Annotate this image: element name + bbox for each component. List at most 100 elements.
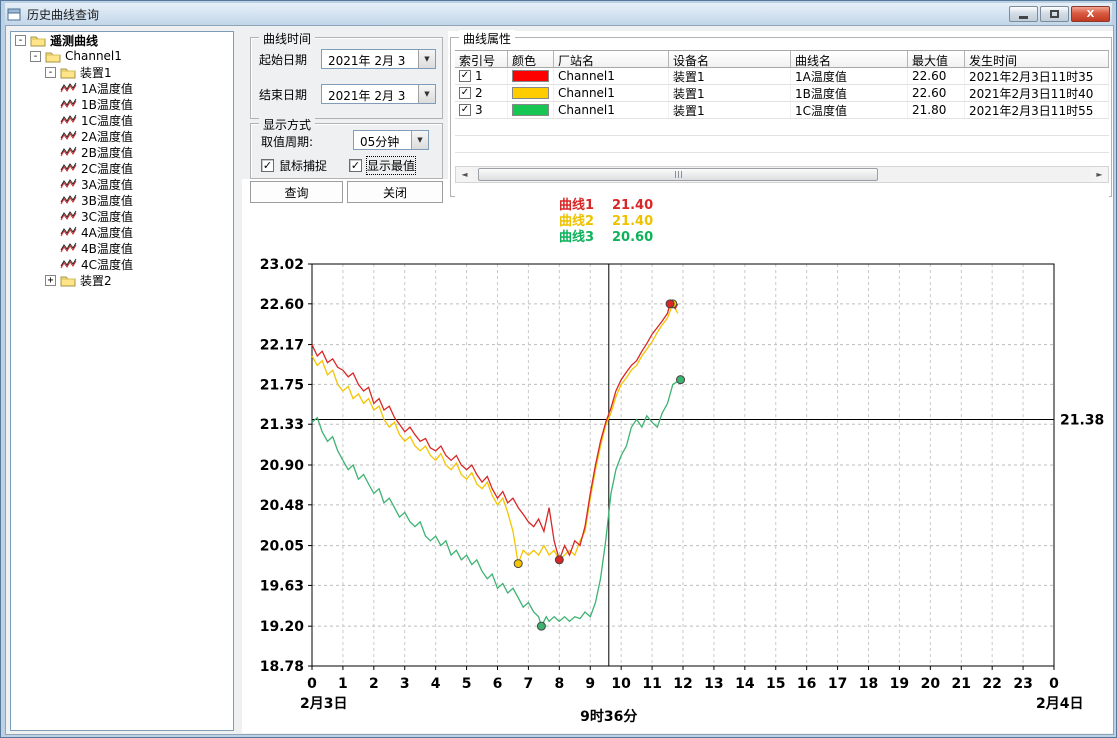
row-checkbox[interactable]: ✓ bbox=[459, 70, 471, 82]
column-header-4[interactable]: 设备名 bbox=[669, 51, 791, 67]
minimize-button[interactable] bbox=[1009, 6, 1038, 22]
tree-node-curve-3C温度值[interactable]: 3C温度值 bbox=[11, 208, 233, 224]
show-extremes-checkbox[interactable]: ✓ bbox=[349, 159, 362, 172]
scroll-left-icon[interactable]: ◄ bbox=[456, 167, 473, 182]
start-date-dropdown-icon[interactable]: ▼ bbox=[418, 50, 435, 68]
tree-node-curve-4B温度值[interactable]: 4B温度值 bbox=[11, 240, 233, 256]
tree-node-curve-1A温度值[interactable]: 1A温度值 bbox=[11, 80, 233, 96]
row-checkbox[interactable]: ✓ bbox=[459, 87, 471, 99]
scroll-right-icon[interactable]: ► bbox=[1091, 167, 1108, 182]
close-button[interactable]: 关闭 bbox=[347, 181, 443, 203]
column-header-7[interactable]: 发生时间 bbox=[965, 51, 1109, 67]
tree-node-channel1[interactable]: - Channel1 bbox=[11, 48, 233, 64]
table-cell: 1B温度值 bbox=[791, 85, 908, 101]
window-controls: X bbox=[1009, 6, 1112, 22]
mouse-capture-checkbox[interactable]: ✓ bbox=[261, 159, 274, 172]
curve-icon bbox=[60, 162, 77, 174]
period-row: 取值周期: bbox=[261, 133, 313, 150]
tree-node-curve-4C温度值[interactable]: 4C温度值 bbox=[11, 256, 233, 272]
close-icon: X bbox=[1087, 9, 1095, 20]
end-date-value: 2021年 2月 3 bbox=[322, 85, 409, 103]
row-index: 1 bbox=[475, 69, 483, 83]
period-select[interactable]: 05分钟 ▼ bbox=[353, 130, 429, 150]
min-value-marker-曲线3 bbox=[537, 622, 545, 630]
table-horizontal-scrollbar[interactable]: ◄ ► bbox=[455, 166, 1109, 183]
close-window-button[interactable]: X bbox=[1071, 6, 1110, 22]
start-date-select[interactable]: 2021年 2月 3 ▼ bbox=[321, 49, 436, 69]
column-header-6[interactable]: 最大值 bbox=[908, 51, 965, 67]
curve-icon bbox=[60, 194, 77, 206]
table-row[interactable]: ✓1Channel1装置11A温度值22.602021年2月3日11时35 bbox=[455, 68, 1109, 85]
column-header-2[interactable]: 颜色 bbox=[508, 51, 554, 67]
tree-node-label: 装置1 bbox=[80, 64, 112, 81]
tree-node-label: 2A温度值 bbox=[81, 128, 133, 145]
curve-tree: -遥测曲线-Channel1-装置11A温度值1B温度值1C温度值2A温度值2B… bbox=[10, 31, 234, 731]
x-tick-label: 19 bbox=[890, 676, 909, 692]
y-tick-label: 19.20 bbox=[260, 619, 305, 635]
curve-icon bbox=[60, 242, 77, 254]
tree-node-curve-2C温度值[interactable]: 2C温度值 bbox=[11, 160, 233, 176]
end-date-dropdown-icon[interactable]: ▼ bbox=[418, 85, 435, 103]
table-row[interactable]: ✓2Channel1装置11B温度值22.602021年2月3日11时40 bbox=[455, 85, 1109, 102]
period-dropdown-icon[interactable]: ▼ bbox=[411, 131, 428, 149]
occurrence-time: 2021年2月3日11时40 bbox=[969, 85, 1093, 101]
max-value-marker-曲线3 bbox=[677, 376, 685, 384]
curve-color-swatch bbox=[512, 70, 549, 82]
display-group-title: 显示方式 bbox=[259, 116, 315, 133]
tree-node-curve-4A温度值[interactable]: 4A温度值 bbox=[11, 224, 233, 240]
x-tick-label: 12 bbox=[673, 676, 692, 692]
scrollbar-thumb[interactable] bbox=[478, 168, 878, 181]
tree-node-label: 1A温度值 bbox=[81, 80, 133, 97]
end-date-select[interactable]: 2021年 2月 3 ▼ bbox=[321, 84, 436, 104]
y-tick-label: 20.90 bbox=[260, 458, 305, 474]
column-header-1[interactable]: 索引号 bbox=[455, 51, 508, 67]
column-header-5[interactable]: 曲线名 bbox=[791, 51, 908, 67]
query-button[interactable]: 查询 bbox=[250, 181, 343, 203]
tree-node-curve-3B温度值[interactable]: 3B温度值 bbox=[11, 192, 233, 208]
crosshair-time-label: 9时36分 bbox=[580, 708, 637, 725]
x-tick-label: 2 bbox=[369, 676, 379, 692]
curve-icon bbox=[60, 130, 77, 142]
curve-properties-table: 索引号颜色厂站名设备名曲线名最大值发生时间 ✓ 1 Channel1装置1 1A温度值 2… bbox=[455, 50, 1109, 210]
table-empty-row bbox=[455, 136, 1109, 153]
curve-name: 1A温度值 bbox=[795, 68, 847, 84]
tree-node-label: 1C温度值 bbox=[81, 112, 133, 129]
tree-node-curve-1C温度值[interactable]: 1C温度值 bbox=[11, 112, 233, 128]
tree-node-device2[interactable]: +装置2 bbox=[11, 272, 233, 288]
folder-icon bbox=[45, 50, 61, 63]
row-checkbox[interactable]: ✓ bbox=[459, 104, 471, 116]
x-tick-label: 6 bbox=[493, 676, 503, 692]
period-value: 05分钟 bbox=[354, 131, 403, 149]
time-groupbox: 曲线时间 起始日期 2021年 2月 3 ▼ 结束日期 2021年 2月 3 ▼ bbox=[250, 37, 443, 119]
tree-expander-icon[interactable]: - bbox=[30, 51, 41, 62]
history-curve-chart[interactable]: 23.0222.6022.1721.7521.3320.9020.4820.05… bbox=[252, 201, 1112, 733]
table-cell: Channel1 bbox=[554, 102, 669, 118]
occurrence-time: 2021年2月3日11时35 bbox=[969, 68, 1093, 84]
column-header-3[interactable]: 厂站名 bbox=[554, 51, 669, 67]
tree-node-device1[interactable]: - 装置1 bbox=[11, 64, 233, 80]
tree-expander-icon[interactable]: - bbox=[15, 35, 26, 46]
tree-node-label: 遥测曲线 bbox=[50, 32, 98, 49]
show-extremes-row: ✓ 显示最值 bbox=[349, 157, 415, 174]
crosshair-value-label: 21.38 bbox=[1060, 412, 1104, 428]
curve-properties-title: 曲线属性 bbox=[459, 30, 515, 47]
tree-node-curve-2A温度值[interactable]: 2A温度值 bbox=[11, 128, 233, 144]
tree-node-label: 4C温度值 bbox=[81, 256, 133, 273]
table-row[interactable]: ✓3Channel1装置11C温度值21.802021年2月3日11时55 bbox=[455, 102, 1109, 119]
x-tick-label: 14 bbox=[735, 676, 755, 692]
tree-node-curve-2B温度值[interactable]: 2B温度值 bbox=[11, 144, 233, 160]
x-tick-label: 16 bbox=[797, 676, 816, 692]
x-tick-label: 8 bbox=[554, 676, 564, 692]
tree-node-curve-1B温度值[interactable]: 1B温度值 bbox=[11, 96, 233, 112]
tree-node-telemetry-curves[interactable]: - 遥测曲线 bbox=[11, 32, 233, 48]
tree-expander-icon[interactable]: + bbox=[45, 275, 56, 286]
time-group-title: 曲线时间 bbox=[259, 30, 315, 47]
curve-name: 1C温度值 bbox=[795, 102, 847, 118]
y-tick-label: 21.33 bbox=[260, 417, 304, 433]
table-cell: 装置1 bbox=[669, 102, 791, 118]
maximize-button[interactable] bbox=[1040, 6, 1069, 22]
tree-node-curve-3A温度值[interactable]: 3A温度值 bbox=[11, 176, 233, 192]
tree-node-label: Channel1 bbox=[65, 49, 122, 63]
tree-expander-icon[interactable]: - bbox=[45, 67, 56, 78]
curve-icon bbox=[60, 114, 77, 126]
